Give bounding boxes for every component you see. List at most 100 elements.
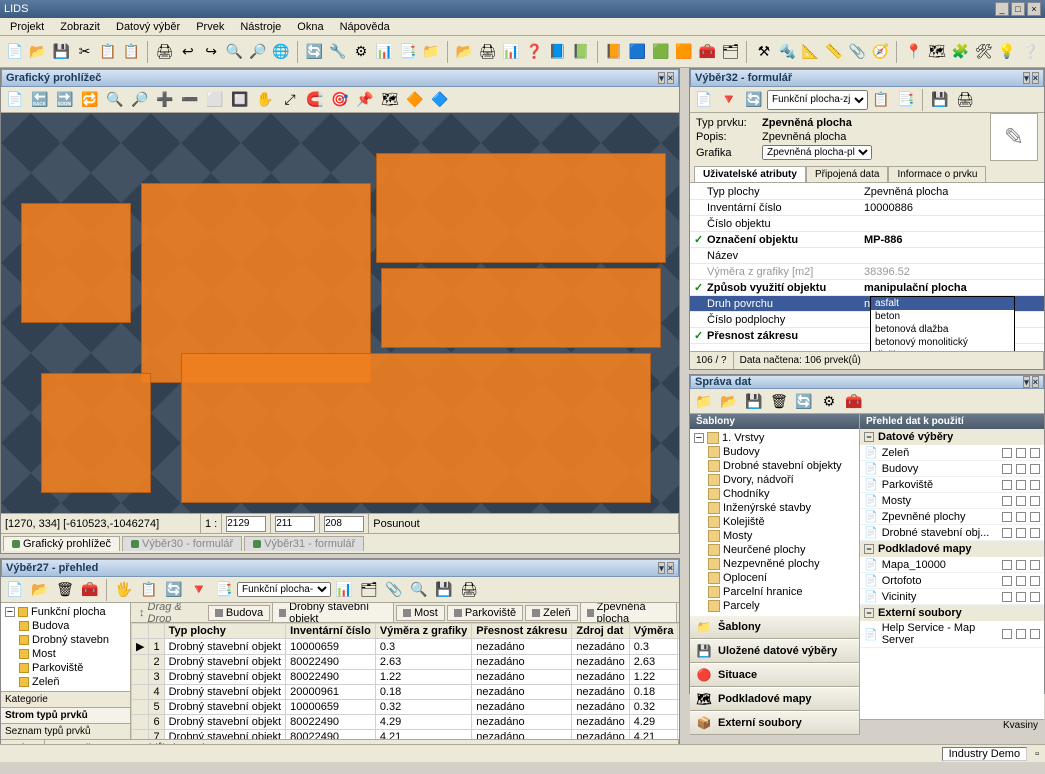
- filter-pill[interactable]: Most: [396, 605, 445, 621]
- tool-icon[interactable]: 🗂: [357, 578, 381, 602]
- tree-node[interactable]: Budovy: [692, 445, 857, 459]
- menu-item[interactable]: Datový výběr: [110, 21, 186, 33]
- tool-icon[interactable]: 💾: [432, 578, 456, 602]
- panel-pin-button[interactable]: ▾: [658, 72, 665, 84]
- save-icon[interactable]: 💾: [928, 88, 952, 112]
- tool-icon[interactable]: 📂: [28, 578, 52, 602]
- menu-item[interactable]: Prvek: [190, 21, 230, 33]
- toolbar-button[interactable]: 📁: [420, 40, 441, 64]
- tool-icon[interactable]: 📄: [3, 578, 27, 602]
- gv-tool-button[interactable]: 🎯: [328, 88, 352, 112]
- tree-node[interactable]: Parkoviště: [3, 661, 128, 675]
- section-header[interactable]: −Datové výběry: [860, 429, 1044, 445]
- table-row[interactable]: 4Drobný stavební objekt200009610.18nezad…: [132, 685, 680, 700]
- toolbar-button[interactable]: 📂: [454, 40, 475, 64]
- list-item[interactable]: 📄Budovy: [860, 461, 1044, 477]
- tool-icon[interactable]: 🔄: [792, 389, 816, 413]
- attribute-row[interactable]: Číslo objektu: [690, 216, 1044, 232]
- dropdown-option[interactable]: asfalt: [871, 297, 1014, 310]
- tool-icon[interactable]: 🖐: [112, 578, 136, 602]
- table-row[interactable]: 2Drobný stavební objekt800224902.63nezad…: [132, 655, 680, 670]
- tool-icon[interactable]: 🗑: [767, 389, 791, 413]
- list-item[interactable]: 📄Mosty: [860, 493, 1044, 509]
- tool-icon[interactable]: 🔍: [407, 578, 431, 602]
- overview-panel-header[interactable]: Výběr27 - přehled ▾×: [1, 559, 679, 577]
- toolbar-button[interactable]: ✂: [74, 40, 95, 64]
- menu-item[interactable]: Zobrazit: [54, 21, 106, 33]
- tree-node[interactable]: Drobný stavebn: [3, 633, 128, 647]
- value1-input[interactable]: [275, 516, 315, 532]
- attribute-row[interactable]: Typ plochyZpevněná plocha: [690, 184, 1044, 200]
- overview-tree[interactable]: −Funkční plochaBudovaDrobný stavebnMostP…: [1, 603, 130, 691]
- toolbar-button[interactable]: 🟩: [650, 40, 671, 64]
- tree-node[interactable]: Neurčené plochy: [692, 543, 857, 557]
- viewer-tab[interactable]: Grafický prohlížeč: [3, 536, 120, 551]
- toolbar-button[interactable]: ↪: [201, 40, 222, 64]
- column-header[interactable]: Přesnost zákresu: [472, 624, 572, 639]
- dropdown-option[interactable]: betonový monolitický: [871, 336, 1014, 349]
- toolbar-button[interactable]: 🟧: [673, 40, 694, 64]
- list-item[interactable]: 📄Drobné stavební obj...: [860, 525, 1044, 541]
- panel-close-button[interactable]: ×: [667, 562, 674, 574]
- attribute-row[interactable]: ✓Označení objektuMP-886: [690, 232, 1044, 248]
- toolbar-button[interactable]: 📊: [500, 40, 521, 64]
- table-row[interactable]: ▶1Drobný stavební objekt100006590.3nezad…: [132, 639, 680, 655]
- toolbar-button[interactable]: 🛠: [973, 40, 994, 64]
- panel-close-button[interactable]: ×: [1032, 72, 1039, 84]
- toolbar-button[interactable]: 🖨: [477, 40, 498, 64]
- toolbar-button[interactable]: 📂: [27, 40, 48, 64]
- print-icon[interactable]: 🖨: [953, 88, 977, 112]
- tool-icon[interactable]: 🧰: [842, 389, 866, 413]
- toolbar-button[interactable]: 📐: [800, 40, 821, 64]
- toolbar-button[interactable]: 🧭: [870, 40, 891, 64]
- action1-icon[interactable]: 📋: [869, 88, 893, 112]
- tree-mode-tab[interactable]: Kategorie: [1, 691, 130, 707]
- maximize-button[interactable]: □: [1011, 2, 1025, 16]
- gv-tool-button[interactable]: 🔜: [53, 88, 77, 112]
- column-header[interactable]: Inventární číslo: [286, 624, 376, 639]
- toolbar-button[interactable]: 📗: [570, 40, 591, 64]
- category-button[interactable]: 🗺Podkladové mapy: [690, 687, 859, 711]
- form-panel-header[interactable]: Výběr32 - formulář ▾×: [690, 69, 1044, 87]
- attribute-row[interactable]: Název: [690, 248, 1044, 264]
- tool-icon[interactable]: 📋: [137, 578, 161, 602]
- filter-pill[interactable]: Budova: [208, 605, 270, 621]
- form-tab[interactable]: Připojená data: [806, 166, 889, 182]
- toolbar-button[interactable]: 📘: [547, 40, 568, 64]
- table-row[interactable]: 3Drobný stavební objekt800224901.22nezad…: [132, 670, 680, 685]
- gv-tool-button[interactable]: ⤢: [278, 88, 302, 112]
- category-button[interactable]: 📦Externí soubory: [690, 711, 859, 735]
- category-button[interactable]: 📁Šablony: [690, 615, 859, 639]
- minimize-button[interactable]: _: [995, 2, 1009, 16]
- filter-pill[interactable]: Zeleň: [525, 605, 578, 621]
- attribute-grid[interactable]: asfaltbetonbetonová dlažbabetonový monol…: [690, 183, 1044, 351]
- viewer-tab[interactable]: Výběr31 - formulář: [244, 536, 364, 551]
- toolbar-button[interactable]: 📏: [823, 40, 844, 64]
- gv-tool-button[interactable]: 🗺: [378, 88, 402, 112]
- gv-tool-button[interactable]: 🧲: [303, 88, 327, 112]
- filter-icon[interactable]: 🔻: [187, 578, 211, 602]
- toolbar-button[interactable]: 📄: [4, 40, 25, 64]
- toolbar-button[interactable]: 📊: [374, 40, 395, 64]
- table-row[interactable]: 7Drobný stavební objekt800224904.21nezad…: [132, 730, 680, 740]
- gv-tool-button[interactable]: 🔷: [428, 88, 452, 112]
- toolbar-button[interactable]: 📋: [121, 40, 142, 64]
- filter-pill[interactable]: Zpevněná plocha: [580, 603, 677, 623]
- tool-icon[interactable]: ⚙: [817, 389, 841, 413]
- tree-node[interactable]: Nezpevněné plochy: [692, 557, 857, 571]
- data-panel-header[interactable]: Správa dat ▾×: [690, 375, 1044, 389]
- toolbar-button[interactable]: 🔄: [304, 40, 325, 64]
- tree-mode-tab[interactable]: Strom typů prvků: [1, 707, 130, 723]
- toolbar-button[interactable]: 📍: [903, 40, 924, 64]
- table-row[interactable]: 5Drobný stavební objekt100006590.32nezad…: [132, 700, 680, 715]
- tool-icon[interactable]: 🖨: [457, 578, 481, 602]
- section-header[interactable]: −Podkladové mapy: [860, 541, 1044, 557]
- panel-close-button[interactable]: ×: [1032, 376, 1039, 388]
- toolbar-button[interactable]: ⚒: [753, 40, 774, 64]
- toolbar-button[interactable]: 🟦: [627, 40, 648, 64]
- gv-tool-button[interactable]: ➖: [178, 88, 202, 112]
- panel-pin-button[interactable]: ▾: [1023, 376, 1030, 388]
- type-select[interactable]: Funkční plocha-zj: [767, 90, 868, 110]
- overview-type-select[interactable]: Funkční plocha-: [237, 582, 331, 597]
- tree-node[interactable]: Zeleň: [3, 675, 128, 689]
